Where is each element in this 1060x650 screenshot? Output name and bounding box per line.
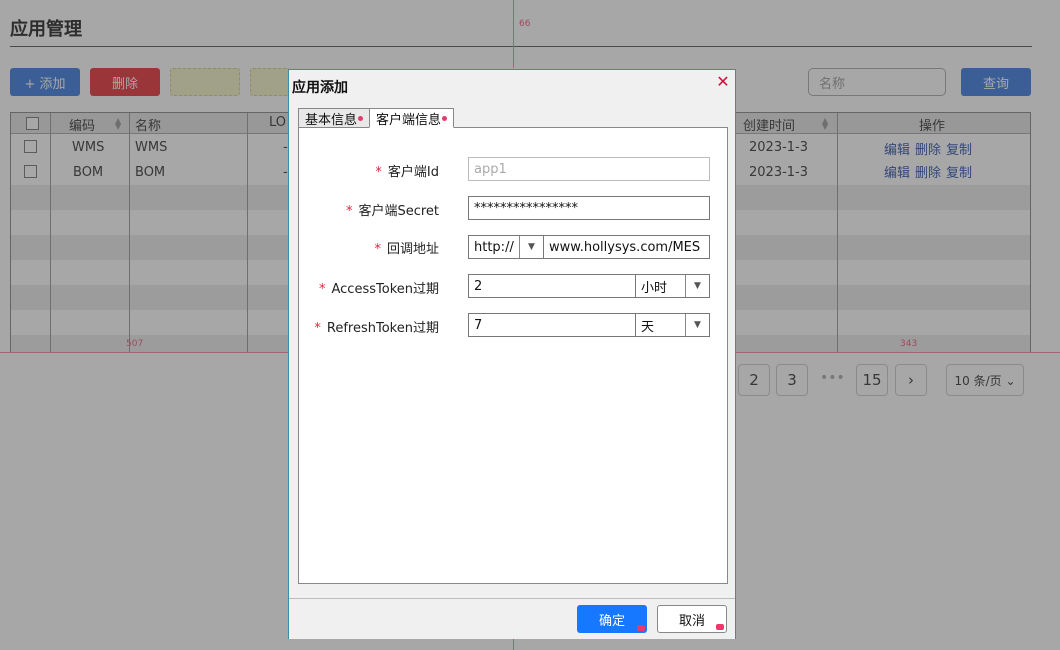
- cancel-button[interactable]: 取消: [657, 605, 727, 633]
- access-token-unit-select[interactable]: 小时 ▼: [635, 274, 710, 298]
- protocol-select[interactable]: http:// ▼: [468, 235, 544, 259]
- refresh-token-label: * RefreshToken过期: [314, 321, 439, 336]
- client-info-panel: * 客户端Id app1 * 客户端Secret **************** …: [298, 127, 728, 584]
- dialog-title-bar[interactable]: 应用添加 ✕: [289, 70, 735, 100]
- button-marker-icon: [716, 624, 724, 630]
- dialog-footer: 确定 取消: [289, 598, 735, 639]
- chevron-down-icon[interactable]: ▼: [685, 275, 709, 297]
- client-secret-label: * 客户端Secret: [345, 204, 439, 219]
- chevron-down-icon[interactable]: ▼: [519, 236, 543, 258]
- client-secret-input[interactable]: ****************: [468, 196, 710, 220]
- client-id-label: * 客户端Id: [375, 165, 439, 180]
- chevron-down-icon[interactable]: ▼: [685, 314, 709, 336]
- tab-label: 客户端信息: [376, 112, 442, 128]
- app-add-dialog: 应用添加 ✕ 基本信息 客户端信息 * 客户端Id app1 * 客户端Secret…: [288, 69, 736, 639]
- tab-basic-info[interactable]: 基本信息: [298, 108, 371, 128]
- refresh-token-input[interactable]: 7: [468, 313, 636, 337]
- button-marker-icon: [637, 625, 645, 631]
- callback-host-input[interactable]: www.hollysys.com/MES: [543, 235, 710, 259]
- close-icon[interactable]: ✕: [716, 74, 730, 90]
- tab-marker-icon: [442, 115, 448, 121]
- access-token-input[interactable]: 2: [468, 274, 636, 298]
- confirm-button[interactable]: 确定: [577, 605, 647, 633]
- access-token-label: * AccessToken过期: [319, 282, 439, 297]
- client-id-input[interactable]: app1: [468, 157, 710, 181]
- tab-client-info[interactable]: 客户端信息: [369, 108, 455, 128]
- callback-url-label: * 回调地址: [374, 242, 439, 257]
- tab-marker-icon: [358, 115, 364, 121]
- dialog-title: 应用添加: [292, 80, 348, 96]
- refresh-token-unit-select[interactable]: 天 ▼: [635, 313, 710, 337]
- tab-label: 基本信息: [305, 112, 358, 128]
